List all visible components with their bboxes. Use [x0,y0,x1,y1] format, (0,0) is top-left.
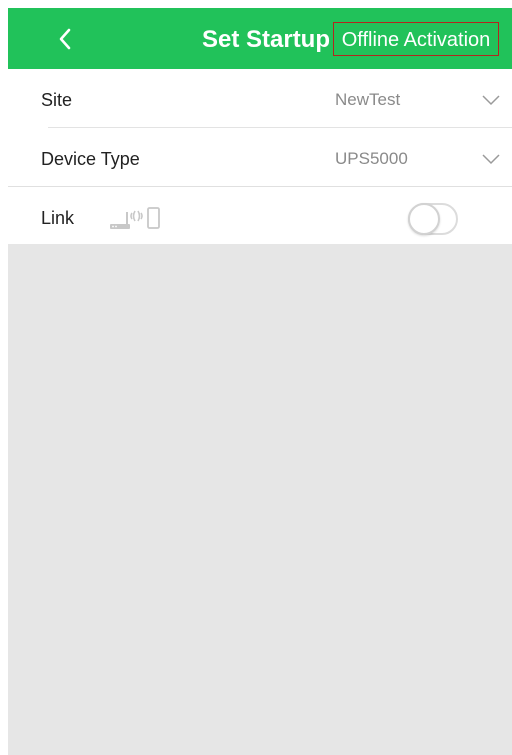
site-row[interactable]: Site NewTest [8,69,512,128]
back-button[interactable] [48,22,82,56]
page-title: Set Startup [201,26,330,53]
phone-screen: Set Startup Offline Activation Site NewT… [8,8,512,755]
router-signal-phone-icon [110,207,160,229]
app-header: Set Startup Offline Activation [8,8,512,69]
chevron-down-icon [482,95,500,106]
device-type-label: Device Type [41,149,140,169]
offline-activation-button[interactable]: Offline Activation [333,22,499,56]
chevron-down-icon [482,154,500,165]
device-type-row[interactable]: Device Type UPS5000 [8,128,512,186]
device-type-value: UPS5000 [335,149,408,168]
site-value: NewTest [335,90,401,109]
chevron-left-icon [59,28,71,50]
toggle-knob [408,203,440,235]
settings-panel: Site NewTest Device Type UPS5000 Link [8,69,512,244]
site-label: Site [41,90,73,110]
link-toggle[interactable] [408,203,458,235]
link-label: Link [41,208,75,228]
